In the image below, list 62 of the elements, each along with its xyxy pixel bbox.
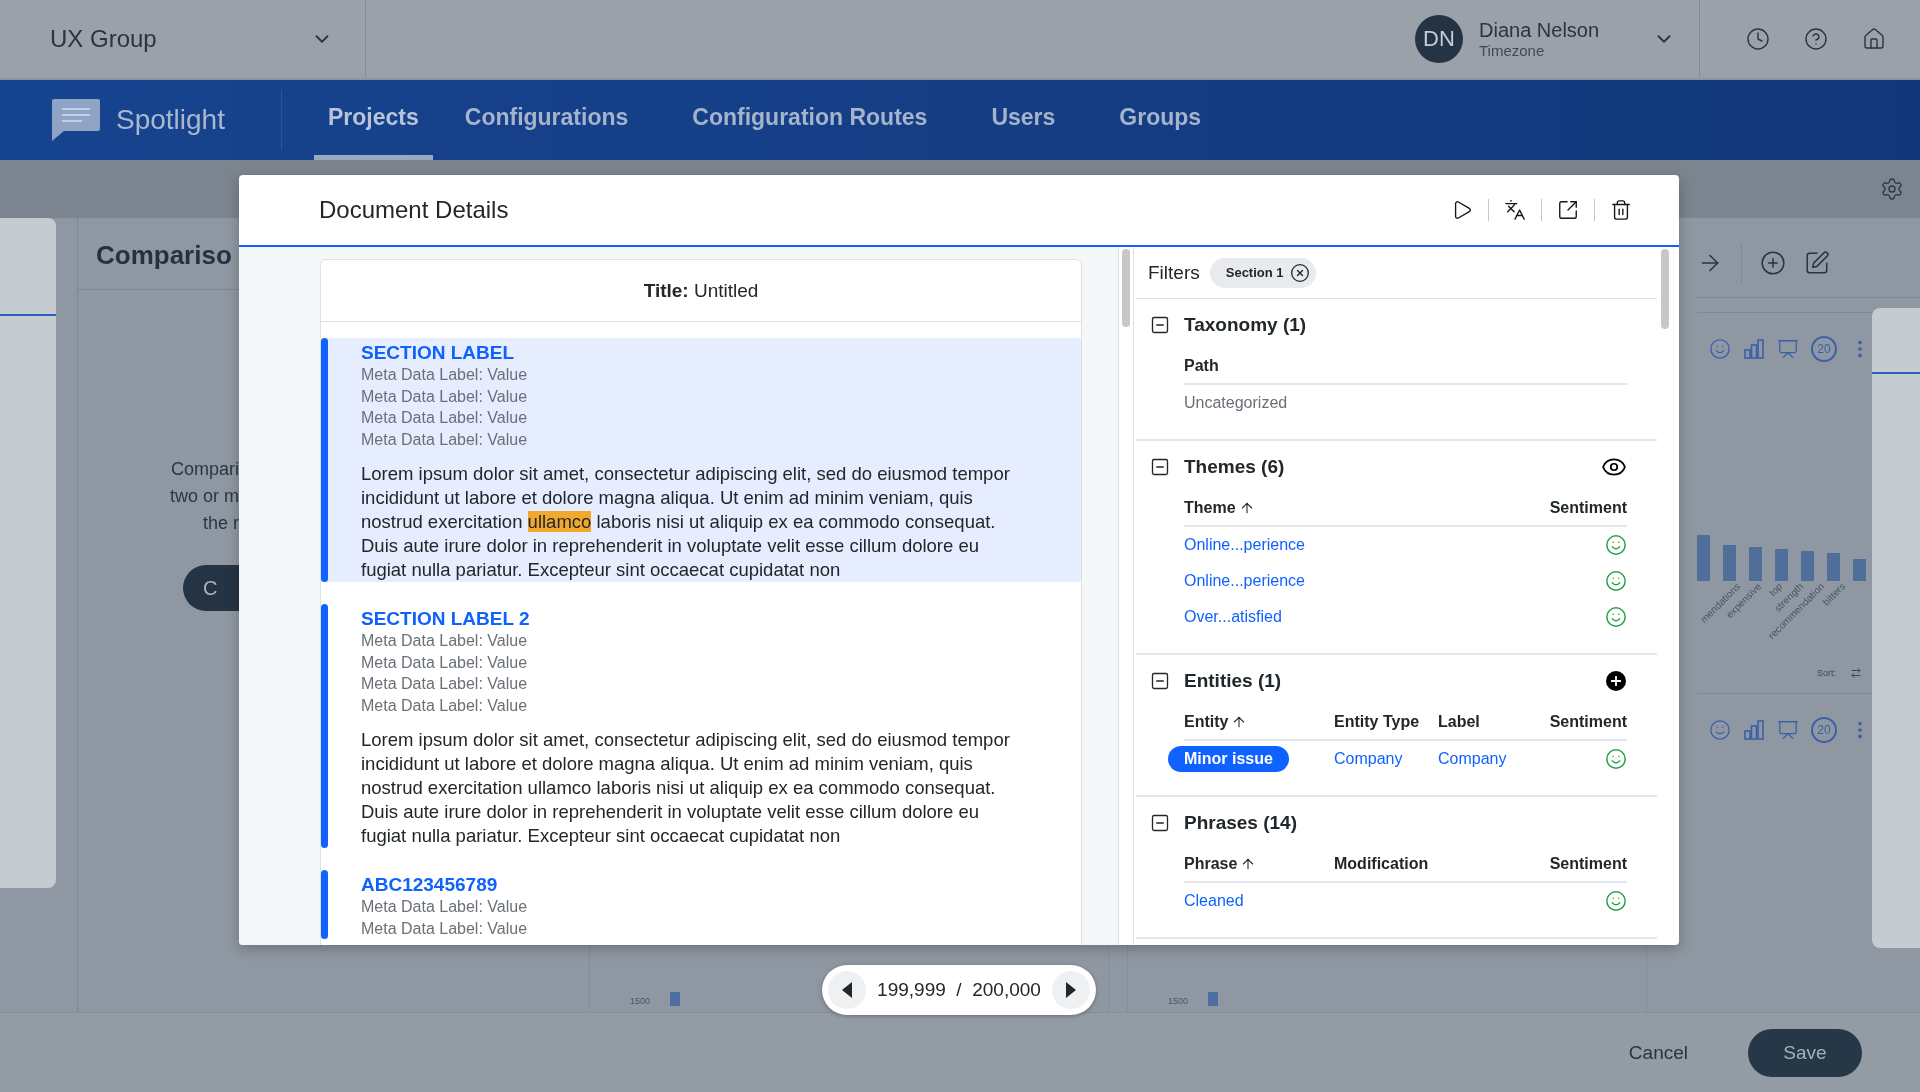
- panel-heading: Compariso: [96, 240, 232, 270]
- link[interactable]: Company: [1438, 750, 1507, 768]
- metadata-text: Meta Data Label: Value: [361, 365, 529, 385]
- section-title: Phrases (14): [1184, 812, 1298, 834]
- dialog-title: Document Details: [319, 196, 510, 224]
- start-button[interactable]: C: [183, 565, 239, 611]
- cancel-button[interactable]: Cancel: [1628, 1041, 1688, 1064]
- metadata-text: Meta Data Label: Value: [361, 918, 528, 939]
- user-name: Diana Nelson: [1479, 19, 1601, 42]
- metadata-text: Meta Data Label: Value: [361, 695, 529, 716]
- nav-tab[interactable]: Configurations: [432, 80, 661, 160]
- column-header[interactable]: Phrase: [1184, 847, 1334, 883]
- metadata-text: Meta Data Label: Value: [361, 631, 529, 651]
- metadata-text: Meta Data Label: Value: [361, 429, 529, 450]
- link[interactable]: Online...perience: [1184, 536, 1305, 554]
- section-title: Themes (6): [1184, 456, 1286, 478]
- axis-tick: 1500: [630, 996, 651, 1006]
- nav-tab[interactable]: Configuration Routes: [660, 80, 960, 160]
- filters-label: Filters: [1148, 261, 1200, 284]
- document-title: Title: Untitled: [643, 279, 759, 302]
- metadata-text: Meta Data Label: Value: [361, 408, 529, 428]
- link[interactable]: Over...atisfied: [1184, 608, 1282, 626]
- table-cell: Uncategorized: [1184, 394, 1288, 412]
- metadata-text: Meta Data Label: Value: [361, 674, 529, 694]
- column-header: Modification: [1334, 847, 1550, 883]
- axis-tick: 1500: [1168, 996, 1189, 1006]
- avatar: DN: [1415, 15, 1463, 63]
- metadata-text: Meta Data Label: Value: [361, 897, 528, 917]
- filter-chip[interactable]: Section 1: [1209, 257, 1316, 288]
- section-label: SECTION LABEL: [361, 342, 516, 364]
- empty-state-text: Compari: [170, 458, 239, 481]
- entity-pill[interactable]: Minor issue: [1168, 746, 1289, 772]
- column-header: Sentiment: [1549, 705, 1627, 741]
- section-label: ABC123456789: [361, 874, 499, 896]
- save-button[interactable]: Save: [1748, 1028, 1862, 1077]
- page-counter: 199,999 / 200,000: [877, 979, 1041, 1001]
- metadata-text: Meta Data Label: Value: [361, 386, 529, 407]
- link[interactable]: Company: [1334, 750, 1403, 768]
- column-header: Path: [1184, 349, 1627, 385]
- column-header: Label: [1438, 705, 1550, 741]
- section-title: Entities (1): [1184, 670, 1283, 692]
- nav-tab[interactable]: Users: [959, 80, 1088, 160]
- user-timezone: Timezone: [1479, 42, 1546, 59]
- column-header: Sentiment: [1549, 491, 1627, 527]
- link[interactable]: Cleaned: [1184, 892, 1244, 910]
- section-label: SECTION LABEL 2: [361, 608, 531, 630]
- metadata-text: Meta Data Label: Value: [361, 652, 529, 673]
- section-title: Taxonomy (1): [1184, 314, 1308, 336]
- column-header: Entity Type: [1334, 705, 1438, 741]
- brand-name: Spotlight: [116, 104, 225, 136]
- paragraph: Lorem ipsum dolor sit amet, consectetur adipiscing elit, sed do eiusmod tempor incididunt ut labore et dolore magna aliqua. Ut enim ad minim veniam, quis nostrud exercitation ullamco laboris nisi ut aliquip ex ea commodo consequat. Duis aute irure dolor in reprehenderit in voluptate velit esse cillum dolore eu fugiat nulla pariatur. Excepteur sint occaecat cupidatat non: [361, 728, 1011, 848]
- empty-state-text: the r: [202, 512, 239, 535]
- group-dropdown[interactable]: UX Group: [0, 0, 366, 78]
- column-header: Sentiment: [1549, 847, 1627, 883]
- column-header[interactable]: Entity: [1184, 705, 1334, 741]
- link[interactable]: Online...perience: [1184, 572, 1305, 590]
- nav-tab[interactable]: Groups: [1087, 80, 1234, 160]
- section-block[interactable]: ABC123456789 Meta Data Label: Value Meta Data Label: Value: [321, 870, 1081, 939]
- paragraph: Lorem ipsum dolor sit amet, consectetur adipiscing elit, sed do eiusmod tempor incididunt ut labore et dolore magna aliqua. Ut enim ad minim veniam, quis nostrud exercitation ullamco laboris nisi ut aliquip ex ea commodo consequat. Duis aute irure dolor in reprehenderit in voluptate velit esse cillum dolore eu fugiat nulla pariatur. Excepteur sint occaecat cupidatat non: [361, 462, 1011, 582]
- column-header[interactable]: Theme: [1184, 491, 1550, 527]
- sort-label: Sort:: [1817, 668, 1836, 678]
- empty-state-text: two or m: [170, 485, 239, 508]
